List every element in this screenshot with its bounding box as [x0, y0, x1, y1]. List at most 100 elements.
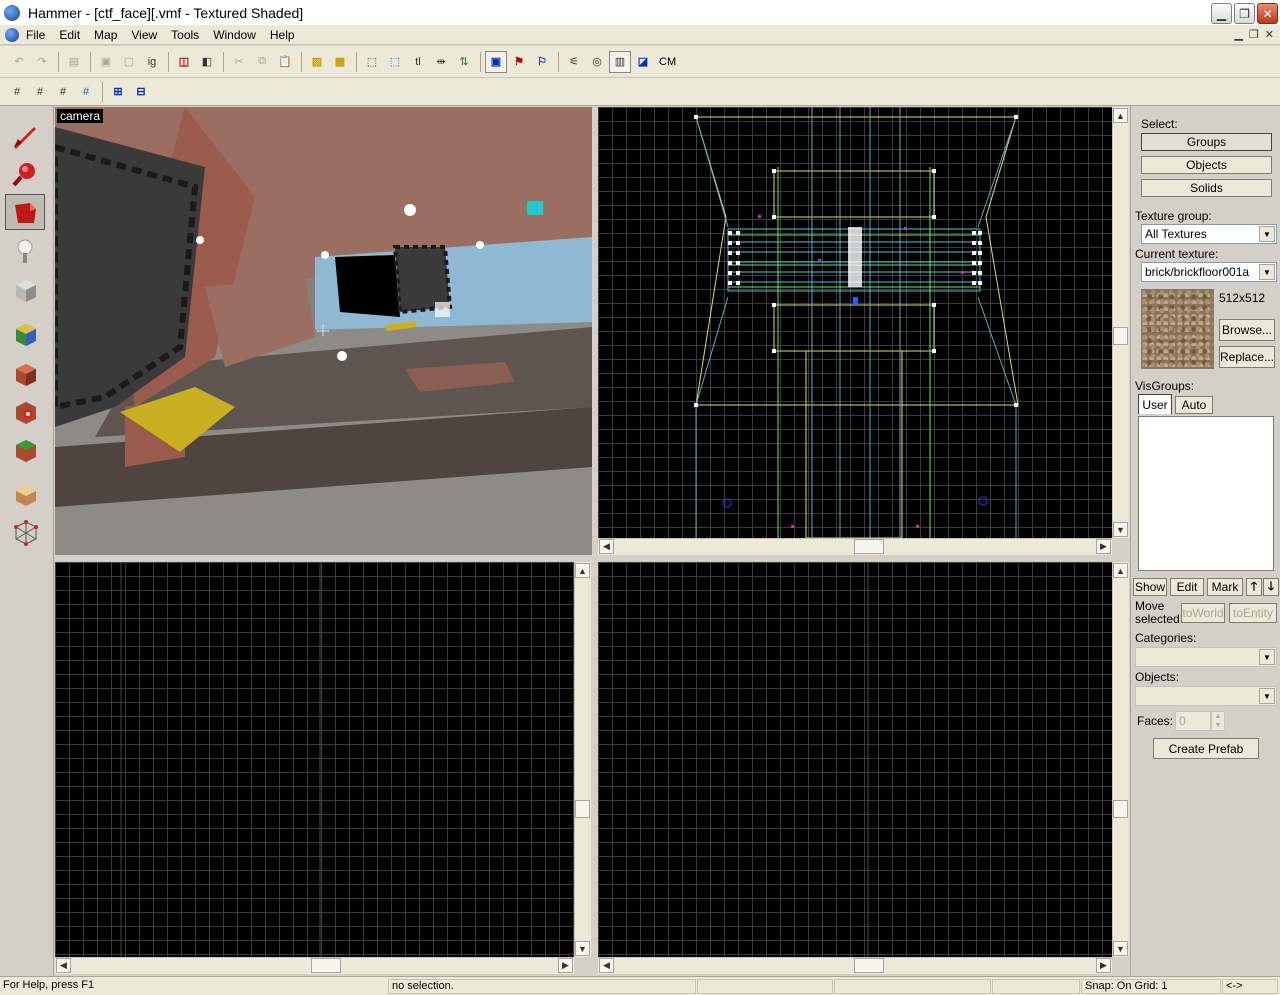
- scroll-left-icon[interactable]: ◀: [56, 958, 71, 973]
- doc-minimize-icon[interactable]: ▁: [1234, 28, 1242, 41]
- visgroup-mark-button[interactable]: Mark: [1207, 578, 1243, 596]
- redo-icon[interactable]: ↷: [31, 51, 53, 73]
- group-select-icon[interactable]: ⊟: [130, 81, 152, 103]
- vertex-tool-icon[interactable]: [5, 514, 45, 550]
- display-mode-icon[interactable]: ▥: [609, 50, 631, 73]
- create-prefab-button[interactable]: Create Prefab: [1153, 738, 1259, 759]
- scroll-up-icon[interactable]: ▲: [1113, 108, 1128, 123]
- scroll-down-icon[interactable]: ▼: [575, 941, 590, 956]
- decal-tool-icon[interactable]: [5, 394, 45, 430]
- grid-snap-icon[interactable]: ⬚: [361, 51, 383, 73]
- menu-window[interactable]: Window: [206, 28, 263, 42]
- visgroup-show-button[interactable]: Show: [1133, 578, 1167, 596]
- paste-icon[interactable]: 📋: [274, 51, 296, 73]
- ignore-groups-icon[interactable]: ig: [141, 51, 163, 73]
- scroll-thumb[interactable]: [575, 800, 590, 818]
- arrow-up-icon[interactable]: 🡑: [1246, 578, 1262, 596]
- dropdown-arrow-icon[interactable]: ▼: [1259, 264, 1275, 280]
- select-groups-button[interactable]: Groups: [1141, 133, 1272, 151]
- menu-help[interactable]: Help: [263, 28, 302, 42]
- larger-grid-icon[interactable]: #: [75, 81, 97, 103]
- menu-tools[interactable]: Tools: [164, 28, 206, 42]
- copy-icon[interactable]: ⧉: [251, 51, 273, 73]
- close-button[interactable]: ✕: [1257, 3, 1278, 24]
- document-icon[interactable]: [5, 27, 19, 42]
- scroll-up-icon[interactable]: ▲: [575, 563, 590, 578]
- doc-restore-icon[interactable]: ❐: [1249, 28, 1259, 41]
- to-world-button[interactable]: toWorld: [1181, 603, 1225, 623]
- visgroups-tab-auto[interactable]: Auto: [1175, 396, 1213, 414]
- objects-select[interactable]: ▼: [1135, 686, 1277, 706]
- front-2d-viewport[interactable]: [55, 562, 574, 957]
- menu-view[interactable]: View: [124, 28, 164, 42]
- texture-application-tool-icon[interactable]: [5, 316, 45, 352]
- overlay-tool-icon[interactable]: [5, 432, 45, 468]
- restore-button[interactable]: ❐: [1234, 3, 1255, 24]
- texture-lock-text-icon[interactable]: tl: [407, 51, 429, 73]
- wireframe-icon[interactable]: ⚟: [563, 51, 585, 73]
- browse-texture-button[interactable]: Browse...: [1219, 319, 1275, 341]
- selection-tool-icon[interactable]: [5, 118, 45, 154]
- visgroup-edit-button[interactable]: Edit: [1170, 578, 1204, 596]
- block-tool-icon[interactable]: [5, 272, 45, 308]
- model-browser-icon[interactable]: ◪: [632, 51, 654, 73]
- replace-texture-button[interactable]: Replace...: [1219, 346, 1275, 368]
- toggle-grid-icon[interactable]: #: [6, 81, 28, 103]
- menu-map[interactable]: Map: [87, 28, 124, 42]
- flip-vertical-icon[interactable]: ⇅: [453, 51, 475, 73]
- texture-group-select[interactable]: All Textures ▼: [1141, 224, 1277, 244]
- group-icon[interactable]: ▣: [95, 51, 117, 73]
- scroll-thumb[interactable]: [311, 958, 341, 973]
- scroll-right-icon[interactable]: ▶: [1096, 958, 1111, 973]
- faces-input[interactable]: 0: [1175, 711, 1211, 731]
- tie-to-entity-icon[interactable]: ▨: [306, 51, 328, 73]
- hide-selected-icon[interactable]: ◫: [173, 51, 195, 73]
- texture-lock-icon[interactable]: ⬚: [384, 51, 406, 73]
- entity-tool-icon[interactable]: [5, 234, 45, 270]
- cut-icon[interactable]: ✂: [228, 51, 250, 73]
- dropdown-arrow-icon[interactable]: ▼: [1259, 226, 1275, 242]
- cordon-mode-icon[interactable]: CM: [655, 56, 680, 68]
- scroll-thumb[interactable]: [854, 958, 884, 973]
- scroll-right-icon[interactable]: ▶: [1096, 539, 1111, 554]
- front-view-horizontal-scrollbar[interactable]: ◀ ▶: [55, 957, 574, 974]
- dropdown-arrow-icon[interactable]: ▼: [1259, 688, 1275, 704]
- clipping-tool-icon[interactable]: [5, 476, 45, 512]
- top-2d-viewport[interactable]: [598, 107, 1112, 538]
- show-all-icon[interactable]: ◧: [196, 51, 218, 73]
- scroll-right-icon[interactable]: ▶: [558, 958, 573, 973]
- select-solids-button[interactable]: Solids: [1141, 179, 1272, 197]
- run-map-icon[interactable]: ▣: [485, 50, 507, 73]
- top-view-horizontal-scrollbar[interactable]: ◀ ▶: [598, 538, 1112, 555]
- scroll-down-icon[interactable]: ▼: [1113, 522, 1128, 537]
- ungroup-icon[interactable]: ▢: [118, 51, 140, 73]
- camera-tool-icon[interactable]: [5, 194, 45, 230]
- sphere-icon[interactable]: ◎: [586, 51, 608, 73]
- scroll-up-icon[interactable]: ▲: [1113, 563, 1128, 578]
- scroll-thumb[interactable]: [1113, 327, 1128, 345]
- hammer-app-icon[interactable]: [4, 4, 20, 21]
- top-view-vertical-scrollbar[interactable]: ▲ ▼: [1112, 107, 1129, 538]
- select-objects-button[interactable]: Objects: [1141, 156, 1272, 174]
- apply-current-texture-icon[interactable]: [5, 356, 45, 392]
- check-problems-icon[interactable]: ⚐: [531, 51, 553, 73]
- paste-special-icon[interactable]: ⊞: [107, 81, 129, 103]
- doc-close-icon[interactable]: ✕: [1265, 28, 1274, 41]
- categories-select[interactable]: ▼: [1135, 647, 1277, 667]
- flip-horizontal-icon[interactable]: ⇹: [430, 51, 452, 73]
- scroll-left-icon[interactable]: ◀: [599, 539, 614, 554]
- side-2d-viewport[interactable]: [598, 562, 1112, 957]
- menu-file[interactable]: File: [19, 28, 52, 42]
- move-to-world-icon[interactable]: ▩: [329, 51, 351, 73]
- current-texture-select[interactable]: brick/brickfloor001a ▼: [1141, 262, 1277, 282]
- entity-report-icon[interactable]: ⚑: [508, 51, 530, 73]
- arrow-down-icon[interactable]: 🡓: [1263, 578, 1279, 596]
- scroll-thumb[interactable]: [854, 539, 884, 554]
- dropdown-arrow-icon[interactable]: ▼: [1259, 649, 1275, 665]
- minimize-button[interactable]: ▁: [1211, 3, 1232, 24]
- visgroups-list[interactable]: [1138, 416, 1274, 571]
- scroll-down-icon[interactable]: ▼: [1113, 941, 1128, 956]
- to-entity-button[interactable]: toEntity: [1229, 603, 1277, 623]
- visgroups-tab-user[interactable]: User: [1138, 394, 1172, 414]
- scroll-thumb[interactable]: [1113, 800, 1128, 818]
